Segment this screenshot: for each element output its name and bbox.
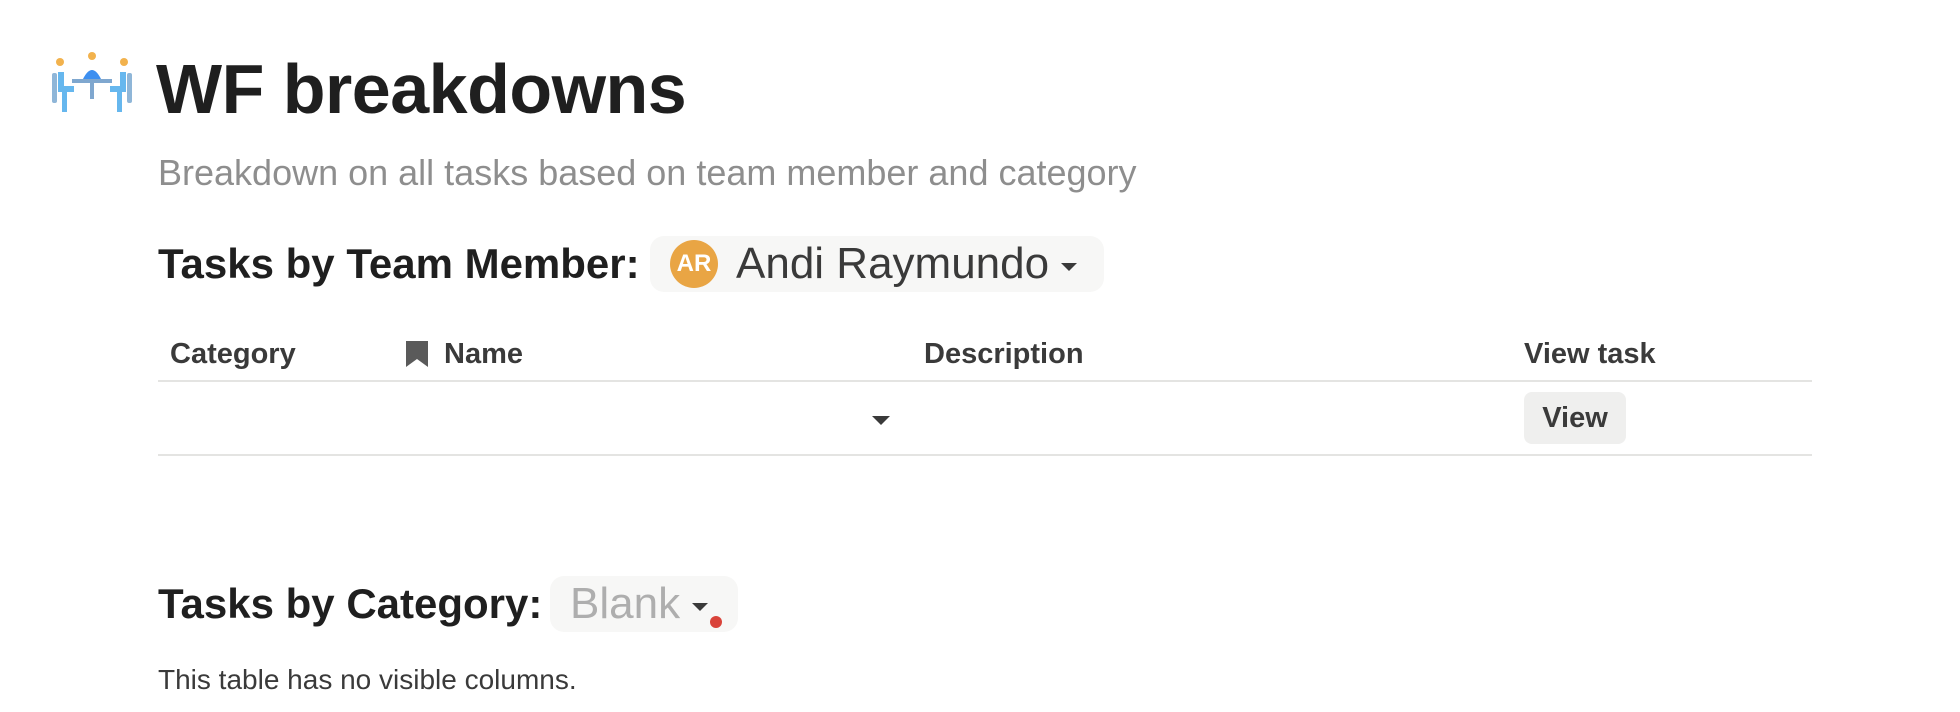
category-value: Blank (570, 579, 681, 628)
alert-dot-icon (710, 616, 722, 628)
column-header-category[interactable]: Category (170, 336, 296, 372)
team-member-heading: Tasks by Team Member: (158, 240, 640, 287)
column-header-name[interactable]: Name (404, 336, 523, 372)
chevron-down-icon (692, 603, 709, 611)
table-row[interactable]: View (158, 382, 1812, 456)
column-header-label: Description (924, 338, 1084, 370)
column-header-label: Category (170, 338, 296, 370)
avatar: AR (670, 240, 718, 288)
column-header-label: View task (1524, 338, 1656, 370)
team-member-filter[interactable]: AR Andi Raymundo (650, 236, 1104, 292)
page-subtitle: Breakdown on all tasks based on team mem… (158, 152, 1137, 193)
category-filter[interactable]: Blank (550, 576, 738, 632)
team-member-name: Andi Raymundo (736, 239, 1050, 288)
chevron-down-icon[interactable] (872, 416, 890, 425)
meeting-table-icon[interactable] (50, 52, 134, 118)
view-task-button[interactable]: View (1524, 392, 1626, 444)
column-header-label: Name (444, 338, 523, 370)
bookmark-icon (406, 341, 428, 367)
page-title: WF breakdowns (156, 50, 687, 128)
column-header-description[interactable]: Description (924, 336, 1084, 372)
empty-table-message: This table has no visible columns. (158, 664, 577, 695)
chevron-down-icon (1061, 263, 1078, 271)
tasks-by-member-table: Category Name Description View task View (158, 326, 1812, 456)
category-heading: Tasks by Category: (158, 580, 543, 627)
column-header-view-task[interactable]: View task (1524, 336, 1656, 372)
table-header: Category Name Description View task (158, 326, 1812, 382)
